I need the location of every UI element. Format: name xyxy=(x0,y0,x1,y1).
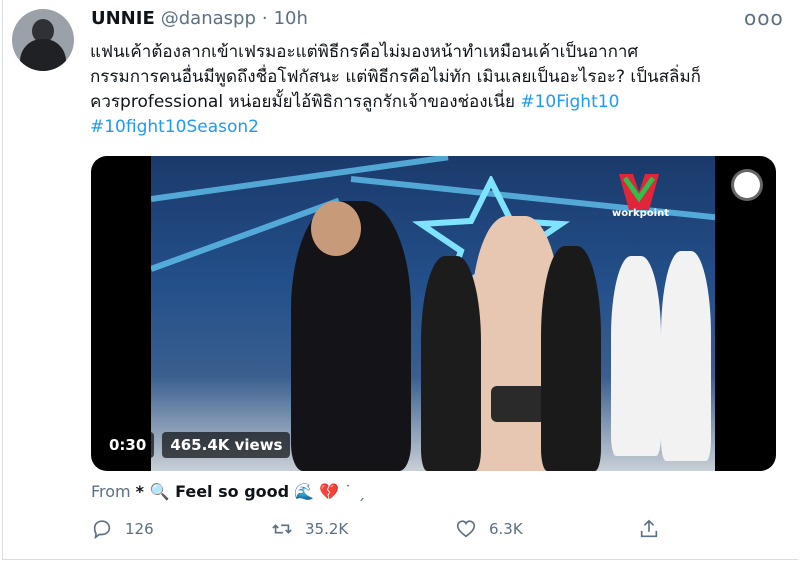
stage-light xyxy=(151,156,449,202)
avatar-body-shape xyxy=(20,39,66,71)
heart-icon xyxy=(456,520,476,538)
separator-dot: · xyxy=(261,8,268,29)
person-host-head xyxy=(311,201,361,256)
video-overlay: 0:30 465.4K views xyxy=(101,432,291,458)
retweet-count: 35.2K xyxy=(305,520,349,538)
video-player[interactable]: workpoint 0:30 465.4K views xyxy=(91,156,776,471)
reply-count: 126 xyxy=(125,520,154,538)
retweet-icon xyxy=(272,524,292,534)
share-icon xyxy=(640,519,658,538)
tweet-actions: 126 35.2K 6.3K xyxy=(91,518,691,546)
hashtag-link[interactable]: #10fight10Season2 xyxy=(90,117,259,137)
reply-button[interactable]: 126 xyxy=(91,518,154,540)
tweet-text-line-1: แฟนเค้าต้องลากเข้าเฟรมอะแต่พิธีกรคือไม่ม… xyxy=(90,42,639,62)
source-prefix: From xyxy=(91,482,131,501)
tweet-source: From * 🔍 Feel so good 🌊 💔 ˙ ˏ xyxy=(91,482,365,501)
person-background xyxy=(661,251,711,461)
retweet-button[interactable]: 35.2K xyxy=(271,518,348,540)
tweet-text-line-3: ควรprofessional หน่อยมั้ยไอ้พิธิการลูกรั… xyxy=(90,90,780,115)
person-background xyxy=(541,246,601,471)
video-control-icon[interactable] xyxy=(734,172,760,198)
tweet-text-line-3-text: ควรprofessional หน่อยมั้ยไอ้พิธิการลูกรั… xyxy=(90,92,521,112)
tweet-text-line-4: #10fight10Season2 xyxy=(90,115,780,140)
video-views: 465.4K views xyxy=(162,432,291,458)
video-frame: workpoint xyxy=(151,156,715,471)
tweet-time[interactable]: 10h xyxy=(274,8,308,29)
tweet-header: UNNIE @danaspp · 10h xyxy=(91,8,308,29)
tweet-text: แฟนเค้าต้องลากเข้าเฟรมอะแต่พิธีกรคือไม่ม… xyxy=(90,40,780,140)
share-button[interactable] xyxy=(638,518,660,540)
author-handle[interactable]: @danaspp xyxy=(161,8,256,29)
person-background xyxy=(611,256,661,456)
hashtag-link[interactable]: #10Fight10 xyxy=(520,92,619,112)
video-duration: 0:30 xyxy=(101,432,155,458)
avatar[interactable] xyxy=(12,9,74,71)
like-button[interactable]: 6.3K xyxy=(455,518,523,540)
more-options-icon[interactable]: ooo xyxy=(744,6,784,30)
tweet-text-line-2: กรรมการคนอื่นมีพูดถึงชื่อโฟกัสนะ แต่พิธี… xyxy=(90,67,701,87)
like-count: 6.3K xyxy=(489,520,523,538)
person-background xyxy=(421,256,481,471)
source-name[interactable]: * 🔍 Feel so good xyxy=(136,482,289,501)
channel-logo-label: workpoint xyxy=(611,208,669,219)
reply-icon xyxy=(93,520,111,540)
author-name[interactable]: UNNIE xyxy=(91,8,155,29)
source-suffix: 🌊 💔 ˙ ˏ xyxy=(294,482,366,501)
